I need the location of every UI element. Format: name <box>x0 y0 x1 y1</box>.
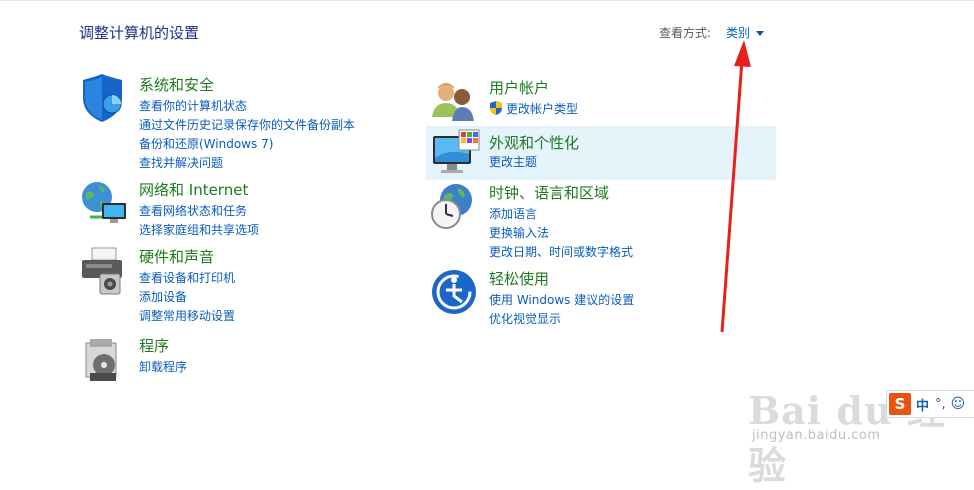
ime-punctuation-toggle[interactable]: °, <box>935 397 946 412</box>
category-heading[interactable]: 系统和安全 <box>139 74 214 95</box>
sogou-logo-icon[interactable]: S <box>889 393 911 415</box>
category-clock-language-region: 时钟、语言和区域 添加语言 更换输入法 更改日期、时间或数字格式 <box>430 182 730 262</box>
link-homegroup-sharing[interactable]: 选择家庭组和共享选项 <box>139 221 259 240</box>
view-by-dropdown[interactable]: 类别 <box>726 24 765 41</box>
category-hardware-sound: 硬件和声音 查看设备和打印机 添加设备 调整常用移动设置 <box>80 246 380 326</box>
programs-disc-icon[interactable] <box>80 335 130 385</box>
category-heading[interactable]: 程序 <box>139 335 169 356</box>
network-globe-icon[interactable] <box>80 179 130 229</box>
page-title: 调整计算机的设置 <box>79 24 200 42</box>
printer-speaker-icon[interactable] <box>80 246 130 296</box>
system-security-shield-icon[interactable] <box>80 74 130 124</box>
ime-mode-toggle[interactable]: 中 <box>916 395 929 414</box>
category-heading[interactable]: 用户帐户 <box>489 77 549 98</box>
users-icon[interactable] <box>430 77 480 127</box>
chevron-down-icon[interactable] <box>756 30 765 36</box>
watermark-url: jingyan.baidu.com <box>752 428 881 443</box>
ease-of-access-icon[interactable] <box>430 268 480 318</box>
link-uninstall-program[interactable]: 卸载程序 <box>139 358 187 377</box>
category-heading[interactable]: 硬件和声音 <box>139 246 214 267</box>
category-network-internet: 网络和 Internet 查看网络状态和任务 选择家庭组和共享选项 <box>80 179 380 239</box>
link-label[interactable]: 更改帐户类型 <box>506 102 578 116</box>
link-troubleshoot[interactable]: 查找并解决问题 <box>139 154 355 173</box>
link-change-theme[interactable]: 更改主题 <box>489 153 537 172</box>
ime-toolbar[interactable]: S 中 °, ☺ <box>886 390 974 418</box>
category-user-accounts: 用户帐户 更改帐户类型 <box>430 77 730 122</box>
link-view-computer-status[interactable]: 查看你的计算机状态 <box>139 97 355 116</box>
view-by-label: 查看方式: <box>659 26 712 40</box>
category-heading[interactable]: 轻松使用 <box>489 268 549 289</box>
link-recommended-settings[interactable]: 使用 Windows 建议的设置 <box>489 291 634 310</box>
link-file-history[interactable]: 通过文件历史记录保存你的文件备份副本 <box>139 116 355 135</box>
monitor-palette-icon[interactable] <box>431 128 481 178</box>
link-network-status[interactable]: 查看网络状态和任务 <box>139 202 259 221</box>
category-heading[interactable]: 网络和 Internet <box>139 179 248 200</box>
emoji-icon[interactable]: ☺ <box>951 396 966 412</box>
link-change-account-type[interactable]: 更改帐户类型 <box>489 100 578 119</box>
link-add-device[interactable]: 添加设备 <box>139 288 235 307</box>
category-ease-of-access: 轻松使用 使用 Windows 建议的设置 优化视觉显示 <box>430 268 730 328</box>
link-date-time-format[interactable]: 更改日期、时间或数字格式 <box>489 243 633 262</box>
view-by-value[interactable]: 类别 <box>726 24 750 41</box>
category-appearance-personalization: 外观和个性化 更改主题 <box>426 126 776 180</box>
category-heading[interactable]: 外观和个性化 <box>489 132 579 153</box>
category-system-security: 系统和安全 查看你的计算机状态 通过文件历史记录保存你的文件备份副本 备份和还原… <box>80 74 380 174</box>
link-optimize-visual-display[interactable]: 优化视觉显示 <box>489 310 634 329</box>
link-change-input-method[interactable]: 更换输入法 <box>489 224 633 243</box>
clock-globe-icon[interactable] <box>430 182 480 232</box>
window-top-border <box>0 0 974 1</box>
uac-shield-icon <box>490 101 502 115</box>
link-devices-printers[interactable]: 查看设备和打印机 <box>139 269 235 288</box>
link-mobility-settings[interactable]: 调整常用移动设置 <box>139 307 235 326</box>
category-heading[interactable]: 时钟、语言和区域 <box>489 182 609 203</box>
category-programs: 程序 卸载程序 <box>80 335 380 385</box>
link-add-language[interactable]: 添加语言 <box>489 205 633 224</box>
link-backup-restore[interactable]: 备份和还原(Windows 7) <box>139 135 355 154</box>
